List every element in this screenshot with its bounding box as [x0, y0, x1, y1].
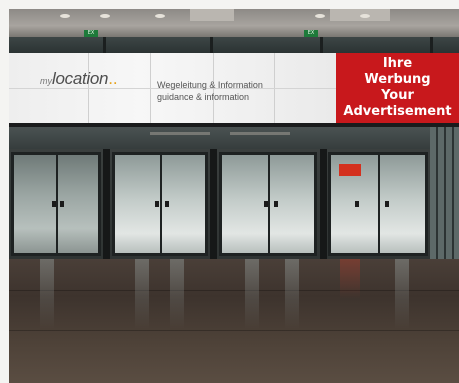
- door-handle: [264, 201, 268, 207]
- door-handle: [355, 201, 359, 207]
- wayfinding-german: Wegeleitung & Information: [157, 80, 263, 90]
- door-handle: [165, 201, 169, 207]
- ad-line-2: Werbung: [364, 72, 431, 87]
- floor-reflection: [135, 259, 149, 329]
- floor-seam: [9, 290, 459, 291]
- door-handle: [155, 201, 159, 207]
- pillar: [210, 149, 217, 259]
- floor-reflection: [285, 259, 299, 329]
- door-handle: [60, 201, 64, 207]
- ceiling-light: [100, 14, 110, 18]
- ceiling: [9, 9, 459, 37]
- mullion: [320, 37, 323, 53]
- page-border: [0, 0, 459, 9]
- ceiling-panel: [190, 9, 234, 21]
- floor-seam: [9, 330, 459, 331]
- door-handle: [385, 201, 389, 207]
- reflected-light: [150, 132, 210, 135]
- photo-frame: EX EX mylocation.. Wegeleitung & Informa…: [0, 0, 459, 383]
- reflected-light: [230, 132, 290, 135]
- side-glass-wall: [430, 127, 459, 259]
- ad-line-3: Your: [381, 88, 414, 103]
- red-sign: [339, 164, 361, 176]
- exit-sign: EX: [84, 30, 98, 37]
- exit-sign: EX: [304, 30, 318, 37]
- ceiling-light: [360, 14, 370, 18]
- ceiling-light: [60, 14, 70, 18]
- door-handle: [52, 201, 56, 207]
- floor-reflection: [245, 259, 259, 329]
- mylocation-logo: mylocation..: [40, 69, 118, 89]
- door-handle: [274, 201, 278, 207]
- mullion: [210, 37, 213, 53]
- ad-line-4: Advertisement: [343, 104, 452, 119]
- red-floor-reflection: [340, 259, 360, 299]
- glass-door: [11, 152, 101, 256]
- ceiling-light: [155, 14, 165, 18]
- polished-floor: [9, 259, 459, 383]
- mullion: [103, 37, 106, 53]
- page-border: [0, 0, 9, 383]
- door-split: [268, 155, 270, 253]
- door-split: [160, 155, 162, 253]
- glass-door: [112, 152, 208, 256]
- upper-glass-band: [9, 37, 459, 53]
- logo-dots: ..: [108, 69, 118, 88]
- mullion: [430, 37, 433, 53]
- wayfinding-english: guidance & information: [157, 92, 250, 102]
- ad-line-1: Ihre: [382, 56, 413, 71]
- floor-reflection: [40, 259, 54, 329]
- pillar: [103, 149, 110, 259]
- door-split: [378, 155, 380, 253]
- floor-reflection: [395, 259, 409, 329]
- glass-door: [219, 152, 317, 256]
- advertisement-panel: Ihre Werbung Your Advertisement: [336, 53, 459, 123]
- door-split: [56, 155, 58, 253]
- transom-glass: [9, 127, 459, 149]
- logo-prefix: my: [40, 76, 52, 86]
- ceiling-light: [315, 14, 325, 18]
- pillar: [320, 149, 327, 259]
- wayfinding-text: Wegeleitung & Information guidance & inf…: [157, 79, 263, 103]
- floor-reflection: [170, 259, 184, 329]
- logo-main: location: [52, 69, 109, 88]
